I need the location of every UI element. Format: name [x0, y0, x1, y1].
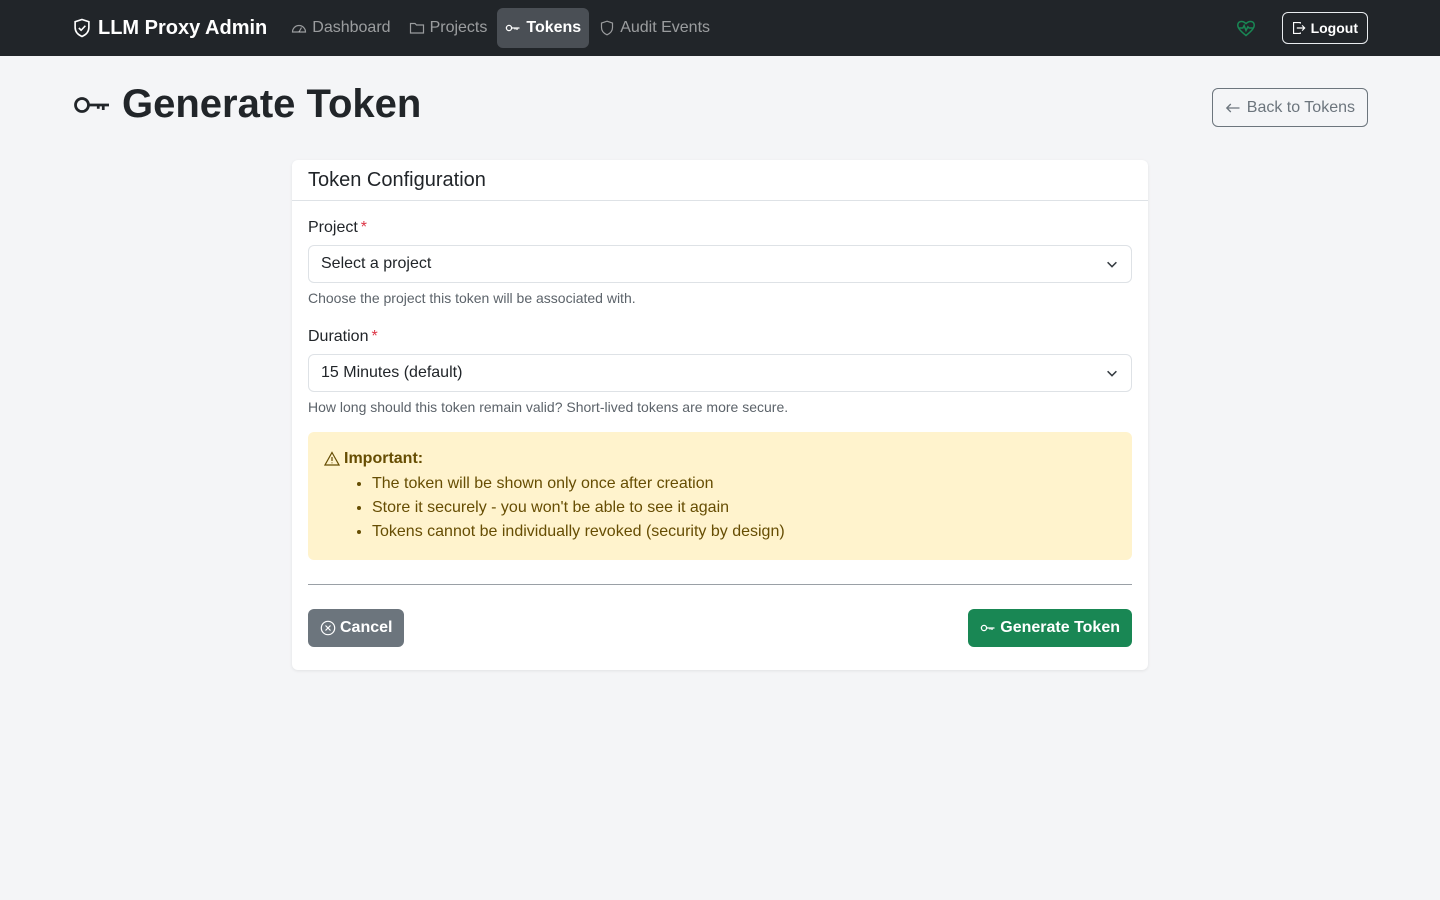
cancel-button[interactable]: Cancel [308, 609, 405, 647]
duration-group: Duration * 15 Minutes (default) How long … [308, 328, 1132, 415]
required-mark: * [371, 328, 378, 345]
chevron-down-icon [1107, 261, 1117, 268]
list-item: Tokens cannot be individually revoked (s… [372, 520, 1116, 544]
duration-help: How long should this token remain valid?… [308, 399, 789, 415]
nav-link-label: Audit Events [620, 19, 711, 36]
list-item: Store it securely - you won't be able to… [372, 496, 1116, 520]
duration-select[interactable]: 15 Minutes (default) [308, 354, 1132, 392]
alert-list: The token will be shown only once after … [324, 472, 1116, 544]
nav-links: Dashboard Projects Tokens Audit Events [283, 8, 718, 48]
required-mark: * [360, 219, 368, 236]
page-title: Generate Token [72, 82, 421, 127]
key-icon [981, 624, 995, 632]
back-to-tokens-label: Back to Tokens [1246, 98, 1355, 116]
alert-title-text: Important: [344, 450, 424, 467]
brand[interactable]: LLM Proxy Admin [72, 17, 267, 40]
brand-label: LLM Proxy Admin [98, 16, 268, 39]
navbar: LLM Proxy Admin Dashboard Projects Token… [0, 0, 1440, 56]
card-header: Token Configuration [292, 160, 1148, 201]
nav-link-label: Dashboard [312, 19, 391, 36]
logout-label: Logout [1310, 20, 1358, 36]
shield-icon [601, 20, 614, 36]
alert-title: Important: [324, 450, 1116, 468]
form-actions: Cancel Generate Token [308, 609, 1132, 647]
cancel-label: Cancel [340, 619, 393, 636]
generate-token-button[interactable]: Generate Token [968, 609, 1132, 647]
token-configuration-card: Token Configuration Project * Select a pr… [292, 160, 1148, 670]
project-select-value: Select a project [321, 255, 432, 272]
warning-triangle-icon [324, 451, 340, 466]
page-title-text: Generate Token [122, 82, 422, 126]
speedometer-icon [292, 24, 307, 33]
divider [308, 584, 1132, 585]
project-label: Project * [308, 219, 1132, 237]
nav-link-dashboard[interactable]: Dashboard [283, 8, 398, 48]
x-circle-icon [320, 620, 336, 636]
nav-link-label: Projects [429, 19, 488, 36]
list-item: The token will be shown only once after … [372, 472, 1116, 496]
heart-pulse-icon[interactable] [1236, 18, 1256, 38]
logout-button[interactable]: Logout [1281, 12, 1368, 44]
card-body: Project * Select a project Choose the pro… [292, 201, 1148, 663]
nav-right: Logout [1236, 12, 1368, 44]
box-arrow-right-icon [1292, 22, 1306, 34]
chevron-down-icon [1107, 370, 1117, 377]
nav-link-label: Tokens [526, 19, 582, 36]
project-select[interactable]: Select a project [308, 245, 1132, 283]
nav-link-audit-events[interactable]: Audit Events [591, 8, 718, 48]
project-help: Choose the project this token will be as… [308, 290, 636, 306]
folder-icon [409, 22, 424, 34]
important-alert: Important: The token will be shown only … [308, 432, 1132, 560]
duration-label: Duration * [308, 328, 1132, 346]
generate-token-label: Generate Token [1000, 619, 1120, 636]
shield-check-icon [74, 18, 90, 38]
key-icon [74, 96, 109, 113]
nav-link-tokens[interactable]: Tokens [497, 8, 590, 48]
project-label-text: Project [308, 219, 358, 236]
arrow-left-icon [1225, 103, 1240, 112]
key-icon [506, 24, 520, 32]
back-to-tokens-button[interactable]: Back to Tokens [1211, 88, 1368, 127]
project-group: Project * Select a project Choose the pro… [308, 219, 1132, 306]
duration-label-text: Duration [308, 328, 369, 345]
duration-select-value: 15 Minutes (default) [321, 364, 463, 381]
nav-link-projects[interactable]: Projects [401, 8, 496, 48]
